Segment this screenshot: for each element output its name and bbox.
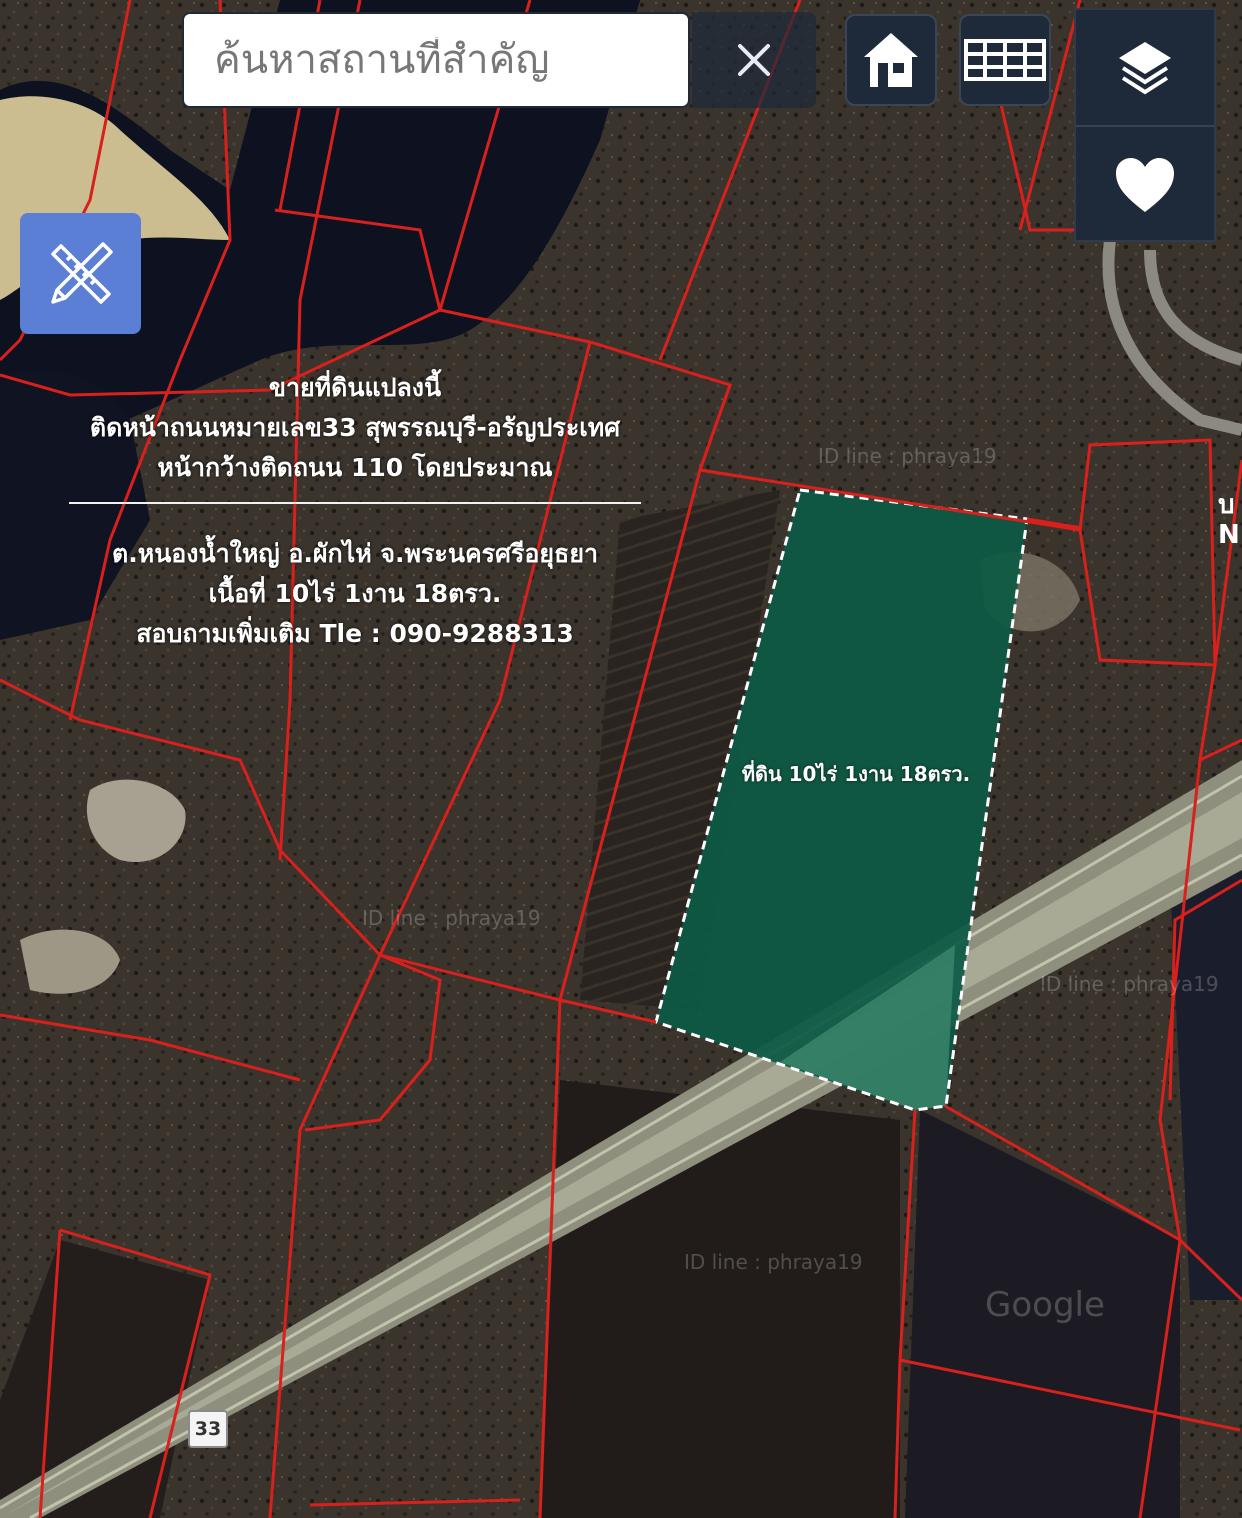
close-icon	[738, 44, 770, 76]
google-watermark: Google	[985, 1285, 1105, 1325]
layers-button[interactable]	[1076, 10, 1214, 125]
favorite-button[interactable]	[1076, 125, 1214, 242]
home-icon	[864, 33, 918, 87]
side-panel	[1074, 8, 1216, 242]
grid-icon	[964, 39, 1046, 81]
clear-search-button[interactable]	[692, 12, 816, 108]
edge-label: บ N	[1218, 490, 1240, 550]
listing-info: ขายที่ดินแปลงนี้ ติดหน้าถนนหมายเลข33 สุพ…	[40, 368, 670, 654]
heart-icon	[1116, 157, 1174, 212]
watermark: ID line : phraya19	[362, 906, 541, 930]
watermark: ID line : phraya19	[1040, 972, 1219, 996]
grid-button[interactable]	[959, 14, 1051, 106]
listing-area: เนื้อที่ 10ไร่ 1งาน 18ตรว.	[208, 579, 502, 608]
listing-contact: สอบถามเพิ่มเติม Tle : 090-9288313	[136, 619, 574, 648]
listing-headline: ขายที่ดินแปลงนี้	[268, 373, 442, 402]
divider	[69, 502, 641, 504]
search-input[interactable]	[184, 37, 688, 83]
home-button[interactable]	[845, 14, 937, 106]
route-shield: 33	[188, 1410, 228, 1448]
tools-button[interactable]	[20, 213, 141, 334]
watermark: ID line : phraya19	[684, 1250, 863, 1274]
watermark: ID line : phraya19	[818, 444, 997, 468]
listing-frontage: หน้ากว้างติดถนน 110 โดยประมาณ	[157, 453, 553, 482]
search-box[interactable]	[182, 12, 690, 108]
layers-icon	[1119, 41, 1171, 94]
pencil-ruler-icon	[50, 241, 113, 304]
listing-location: ต.หนองน้ำใหญ่ อ.ผักไห่ จ.พระนครศรีอยุธยา	[111, 539, 599, 568]
listing-road: ติดหน้าถนนหมายเลข33 สุพรรณบุรี-อรัญประเท…	[89, 413, 621, 442]
plot-label: ที่ดิน 10ไร่ 1งาน 18ตรว.	[741, 762, 971, 786]
